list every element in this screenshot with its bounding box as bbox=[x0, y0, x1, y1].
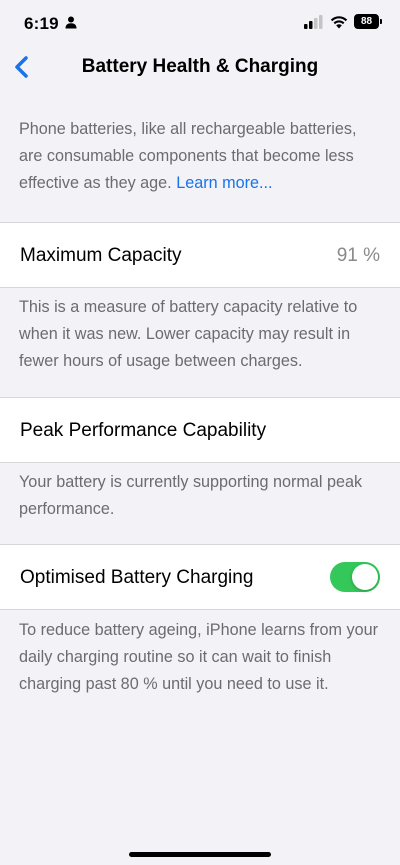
intro-text: Phone batteries, like all rechargeable b… bbox=[19, 116, 381, 197]
navigation-bar: Battery Health & Charging bbox=[0, 46, 400, 90]
status-bar: 6:19 88 bbox=[0, 0, 400, 46]
peak-performance-label: Peak Performance Capability bbox=[20, 420, 267, 441]
optimised-charging-toggle[interactable] bbox=[330, 562, 380, 592]
person-icon bbox=[65, 16, 77, 29]
signal-icon bbox=[304, 14, 323, 29]
battery-level: 88 bbox=[354, 14, 379, 29]
maximum-capacity-row: Maximum Capacity 91 % bbox=[0, 222, 400, 288]
optimised-charging-row: Optimised Battery Charging bbox=[0, 544, 400, 610]
peak-performance-footnote: Your battery is currently supporting nor… bbox=[19, 473, 363, 518]
capacity-footnote: This is a measure of battery capacity re… bbox=[19, 298, 358, 370]
maximum-capacity-value: 91 % bbox=[336, 245, 380, 266]
maximum-capacity-label: Maximum Capacity bbox=[20, 245, 182, 266]
page-title: Battery Health & Charging bbox=[81, 56, 319, 77]
home-indicator[interactable] bbox=[129, 852, 271, 857]
wifi-icon bbox=[330, 15, 348, 28]
status-icons: 88 bbox=[304, 14, 382, 29]
optimised-charging-footnote: To reduce battery ageing, iPhone learns … bbox=[19, 621, 379, 693]
status-time: 6:19 bbox=[24, 14, 59, 33]
optimised-charging-label: Optimised Battery Charging bbox=[20, 567, 254, 588]
battery-tip bbox=[380, 19, 382, 24]
toggle-knob bbox=[352, 564, 378, 590]
peak-performance-row: Peak Performance Capability bbox=[0, 397, 400, 463]
battery-icon: 88 bbox=[354, 14, 382, 29]
learn-more-link[interactable]: Learn more... bbox=[176, 174, 272, 192]
